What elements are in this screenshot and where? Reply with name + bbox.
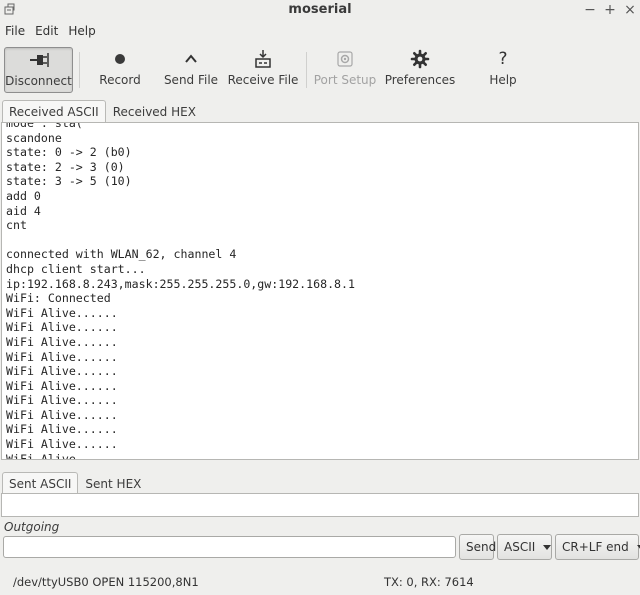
record-button[interactable]: Record xyxy=(94,47,146,93)
window-title: moserial xyxy=(288,2,352,17)
window-controls: − + × xyxy=(584,0,636,20)
send-label: Send xyxy=(466,540,497,554)
terminal-line: aid 4 xyxy=(6,203,41,218)
terminal-line: mode : sta( xyxy=(6,122,83,130)
plug-icon xyxy=(29,53,49,67)
terminal-line: cnt xyxy=(6,218,27,233)
terminal-line: WiFi Alive...... xyxy=(6,437,118,452)
help-label: Help xyxy=(489,73,517,87)
close-button[interactable]: × xyxy=(624,2,636,18)
send-button[interactable]: Send xyxy=(459,534,497,560)
menu-edit[interactable]: Edit xyxy=(30,21,63,41)
tab-received-ascii[interactable]: Received ASCII xyxy=(2,100,106,122)
terminal-line: WiFi Alive...... xyxy=(6,334,118,349)
received-terminal[interactable]: mode : sta(scandone state: 0 -> 2 (b0) sta… xyxy=(1,122,639,460)
send-file-label: Send File xyxy=(163,73,219,87)
terminal-line: WiFi Alive...... xyxy=(6,378,118,393)
minimize-button[interactable]: − xyxy=(584,2,596,18)
mode-select[interactable]: ASCII xyxy=(497,534,552,560)
toolbar-separator xyxy=(79,52,80,88)
tab-received-hex[interactable]: Received HEX xyxy=(106,100,203,122)
status-bar: /dev/ttyUSB0 OPEN 115200,8N1 TX: 0, RX: … xyxy=(0,568,640,595)
received-text: mode : sta(scandone state: 0 -> 2 (b0) sta… xyxy=(6,122,356,460)
terminal-line: WiFi Alive...... xyxy=(6,451,118,460)
terminal-line: connected with WLAN_62, channel 4 xyxy=(6,247,237,262)
terminal-line: dhcp client start... xyxy=(6,261,146,276)
port-status: /dev/ttyUSB0 OPEN 115200,8N1 xyxy=(13,575,199,589)
sent-tabs: Sent ASCII Sent HEX xyxy=(2,472,148,494)
line-end-select[interactable]: CR+LF end xyxy=(555,534,640,560)
download-tray-icon xyxy=(255,50,271,68)
menu-bar: File Edit Help xyxy=(0,21,101,41)
received-tabs: Received ASCII Received HEX xyxy=(2,100,203,122)
terminal-line: ip:192.168.8.243,mask:255.255.255.0,gw:1… xyxy=(6,276,356,291)
record-dot-icon xyxy=(115,54,125,64)
tab-sent-ascii[interactable]: Sent ASCII xyxy=(2,472,79,494)
outgoing-label: Outgoing xyxy=(4,520,60,534)
gear-icon xyxy=(410,49,430,69)
disconnect-button[interactable]: Disconnect xyxy=(4,47,73,93)
terminal-line: WiFi Alive...... xyxy=(6,364,118,379)
terminal-line: WiFi Alive...... xyxy=(6,407,118,422)
terminal-line: state: 3 -> 5 (10) xyxy=(6,174,132,189)
disconnect-label: Disconnect xyxy=(5,74,72,88)
record-label: Record xyxy=(99,73,141,87)
port-setup-button[interactable]: Port Setup xyxy=(314,47,376,93)
port-setup-label: Port Setup xyxy=(313,73,377,87)
send-file-button[interactable]: Send File xyxy=(163,47,219,93)
maximize-button[interactable]: + xyxy=(604,2,616,18)
upload-caret-icon xyxy=(185,54,197,63)
tab-sent-hex[interactable]: Sent HEX xyxy=(78,472,148,494)
terminal-line: WiFi Alive...... xyxy=(6,349,118,364)
line-end-value: CR+LF end xyxy=(562,540,629,554)
terminal-line: state: 0 -> 2 (b0) xyxy=(6,145,132,160)
terminal-line: WiFi Alive...... xyxy=(6,305,118,320)
receive-file-label: Receive File xyxy=(227,73,299,87)
preferences-button[interactable]: Preferences xyxy=(385,47,455,93)
tx-rx-counters: TX: 0, RX: 7614 xyxy=(384,575,474,589)
menu-file[interactable]: File xyxy=(0,21,30,41)
title-bar: moserial − + × xyxy=(0,0,640,20)
outgoing-input[interactable] xyxy=(3,536,456,558)
mode-value: ASCII xyxy=(504,540,536,554)
gear-small-icon xyxy=(337,51,353,67)
toolbar: Disconnect Record Send File Receive File… xyxy=(0,44,640,96)
terminal-line: add 0 xyxy=(6,188,41,203)
help-button[interactable]: ? Help xyxy=(486,47,520,93)
question-icon: ? xyxy=(498,49,508,69)
terminal-line: WiFi Alive...... xyxy=(6,393,118,408)
terminal-line: state: 2 -> 3 (0) xyxy=(6,159,125,174)
toolbar-separator xyxy=(306,52,307,88)
chevron-down-icon xyxy=(543,544,552,550)
terminal-line: WiFi Alive...... xyxy=(6,422,118,437)
preferences-label: Preferences xyxy=(384,73,456,87)
receive-file-button[interactable]: Receive File xyxy=(227,47,299,93)
menu-help[interactable]: Help xyxy=(63,21,100,41)
sent-text-area[interactable] xyxy=(1,493,639,517)
terminal-line: WiFi Alive...... xyxy=(6,320,118,335)
terminal-line: scandone xyxy=(6,130,62,145)
terminal-line: WiFi: Connected xyxy=(6,291,111,306)
